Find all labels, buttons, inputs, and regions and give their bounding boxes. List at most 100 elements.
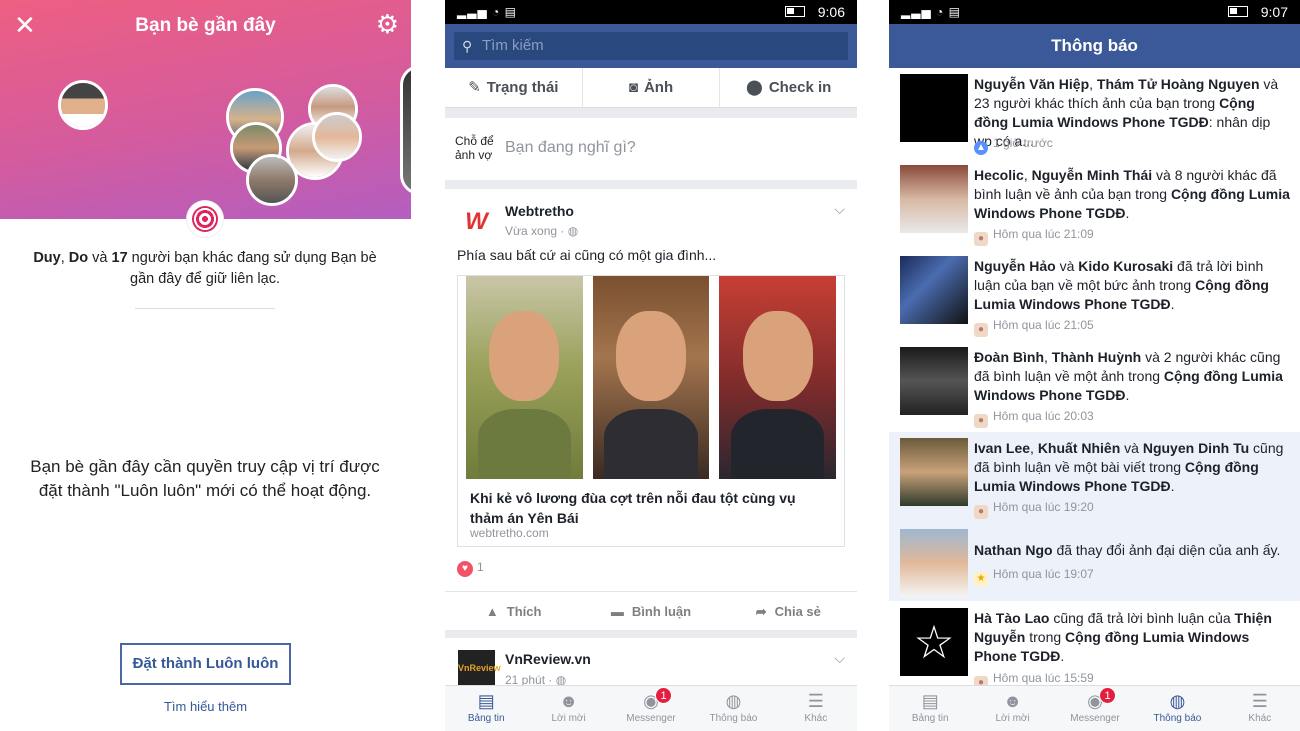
status-bar: ▂▃▅ ◔ ▤ 9:06 <box>445 0 857 24</box>
avatar[interactable] <box>400 65 411 195</box>
menu-icon: ☰ <box>807 691 824 711</box>
separator: , <box>60 250 69 266</box>
notification-thumbnail <box>900 347 968 415</box>
learn-more-link[interactable]: Tìm hiểu thêm <box>0 699 411 714</box>
notification-thumbnail <box>900 529 968 597</box>
tab-label: Thông báo <box>709 713 758 724</box>
status-time: 9:06 <box>817 4 845 20</box>
tab-label: Messenger <box>1070 713 1120 724</box>
heart-icon: ♥ <box>457 561 473 577</box>
set-always-button[interactable]: Đặt thành Luôn luôn <box>120 643 291 685</box>
signal-icon: ▂▃▅ ◔ ▤ <box>457 5 517 19</box>
search-input[interactable]: ⚲ Tìm kiếm <box>454 32 848 60</box>
share-label: Chia sẻ <box>774 604 821 619</box>
status-badge: 1 <box>1099 687 1117 704</box>
tab-more[interactable]: ☰ Khác <box>1219 686 1300 731</box>
feed-post: W Webtretho Vừa xong · ◍ ⌵ Phía sau bất … <box>445 189 857 630</box>
photo-label: Ảnh <box>643 79 674 96</box>
list-item[interactable]: Nathan Ngo đã thay đổi ảnh đại diện của … <box>889 523 1300 601</box>
body <box>604 409 698 479</box>
newsfeed-icon: ▤ <box>921 691 939 711</box>
time-text: Hôm qua lúc 19:20 <box>993 500 1094 514</box>
comment-button[interactable]: ▬ Bình luận <box>582 592 719 631</box>
list-item[interactable]: Nguyễn Văn Hiệp, Thám Tử Hoàng Nguyen và… <box>889 68 1300 159</box>
notification-text: Đoàn Bình, Thành Huỳnh và 2 người khác c… <box>974 349 1283 403</box>
location-pin-icon: ⬤ <box>746 79 763 96</box>
chevron-down-icon[interactable]: ⌵ <box>834 201 845 218</box>
face <box>489 311 560 401</box>
tab-label: Lời mời <box>995 713 1030 724</box>
time-text: Hôm qua lúc 20:03 <box>993 409 1094 423</box>
tab-newsfeed[interactable]: ▤ Bảng tin <box>445 686 527 731</box>
search-placeholder: Tìm kiếm <box>482 37 544 54</box>
checkin-label: Check in <box>768 79 832 96</box>
signal-icon: ▂▃▅ ◔ ▤ <box>901 5 961 19</box>
tab-more[interactable]: ☰ Khác <box>775 686 857 731</box>
share-button[interactable]: ➦ Chia sẻ <box>720 592 857 631</box>
reactions-summary[interactable]: ♥ 1 <box>457 560 484 577</box>
list-item[interactable]: Ivan Lee, Khuất Nhiên và Nguyen Dinh Tu … <box>889 432 1300 523</box>
top-bar: ⚲ Tìm kiếm <box>445 24 857 68</box>
avatar[interactable] <box>312 112 362 162</box>
photo <box>592 276 710 479</box>
list-item[interactable]: ☆ Hà Tào Lao cũng đã trả lời bình luận c… <box>889 601 1300 685</box>
page-logo[interactable]: W <box>458 203 495 240</box>
composer-box[interactable]: Chỗ để ảnh vợ Bạn đang nghĩ gì? <box>445 118 857 180</box>
user-avatar-label: Chỗ để ảnh vợ <box>455 134 494 162</box>
gear-icon[interactable]: ⚙ <box>376 9 399 40</box>
list-item[interactable]: Nguyễn Hảo và Kido Kurosaki đã trả lời b… <box>889 250 1300 341</box>
comment-label: Bình luận <box>631 604 692 619</box>
comment-icon: ● <box>974 232 988 246</box>
comment-icon: ▬ <box>610 604 624 619</box>
tab-newsfeed[interactable]: ▤ Bảng tin <box>889 686 971 731</box>
tab-friend-requests[interactable]: ☻ Lời mời <box>527 686 609 731</box>
status-badge: 1 <box>655 687 673 704</box>
nearby-friends-screen: ✕ Bạn bè gần đây ⚙ Duy, Do và 17 người b… <box>0 0 411 731</box>
friend-name: Duy <box>33 250 61 266</box>
tab-label: Bảng tin <box>467 713 505 724</box>
page-title: Thông báo <box>889 24 1300 68</box>
notification-time: ▲ 1 giờ trước <box>974 136 1053 155</box>
notification-time: ★ Hôm qua lúc 19:07 <box>974 567 1094 586</box>
post-text: Phía sau bất cứ ai cũng có một gia đình.… <box>457 247 717 263</box>
time-text: Hôm qua lúc 21:09 <box>993 227 1094 241</box>
post-author[interactable]: Webtretho <box>505 203 574 219</box>
friend-requests-icon: ☻ <box>1003 691 1023 711</box>
tab-notifications[interactable]: ◍ Thông báo <box>692 686 774 731</box>
composer-prompt[interactable]: Bạn đang nghĩ gì? <box>505 139 636 157</box>
avatar[interactable] <box>58 80 108 130</box>
tab-messenger[interactable]: ◉ 1 Messenger <box>610 686 692 731</box>
notification-thumbnail <box>900 165 968 233</box>
notification-list: Nguyễn Văn Hiệp, Thám Tử Hoàng Nguyen và… <box>889 68 1300 685</box>
list-item[interactable]: Đoàn Bình, Thành Huỳnh và 2 người khác c… <box>889 341 1300 432</box>
body <box>731 409 825 479</box>
post-author[interactable]: VnReview.vn <box>505 651 591 667</box>
globe-icon: ◍ <box>567 224 579 238</box>
notification-time: ● Hôm qua lúc 15:59 <box>974 671 1094 685</box>
list-item[interactable]: Hecolic, Nguyễn Minh Thái và 8 người khá… <box>889 159 1300 250</box>
bottom-tab-bar: ▤ Bảng tin ☻ Lời mời ◉ 1 Messenger ◍ Thông bá… <box>889 685 1300 731</box>
edit-icon: ✎ <box>468 79 481 96</box>
status-bar: ▂▃▅ ◔ ▤ 9:07 <box>889 0 1300 24</box>
camera-icon: ◙ <box>628 79 638 96</box>
notification-time: ● Hôm qua lúc 19:20 <box>974 500 1094 519</box>
face <box>616 311 686 401</box>
link-preview[interactable]: Khi kẻ vô lương đùa cợt trên nỗi đau tột… <box>457 275 845 547</box>
checkin-button[interactable]: ⬤ Check in <box>720 68 857 107</box>
like-icon: ▲ <box>974 141 988 155</box>
like-label: Thích <box>506 604 542 619</box>
comment-icon: ● <box>974 323 988 337</box>
photo-button[interactable]: ◙ Ảnh <box>583 68 721 107</box>
page-logo[interactable]: VnReview <box>458 650 501 687</box>
tab-label: Thông báo <box>1153 713 1202 724</box>
composer-actions: ✎ Trạng thái ◙ Ảnh ⬤ Check in <box>445 68 857 108</box>
page-title: Bạn bè gần đây <box>135 15 276 36</box>
like-button[interactable]: ▲ Thích <box>445 592 582 631</box>
tab-messenger[interactable]: ◉ 1 Messenger <box>1054 686 1136 731</box>
chevron-down-icon[interactable]: ⌵ <box>834 650 845 667</box>
avatar[interactable] <box>246 154 298 206</box>
tab-friend-requests[interactable]: ☻ Lời mời <box>971 686 1053 731</box>
status-button[interactable]: ✎ Trạng thái <box>445 68 583 107</box>
tab-notifications[interactable]: ◍ Thông báo <box>1136 686 1218 731</box>
battery-icon <box>785 6 805 17</box>
